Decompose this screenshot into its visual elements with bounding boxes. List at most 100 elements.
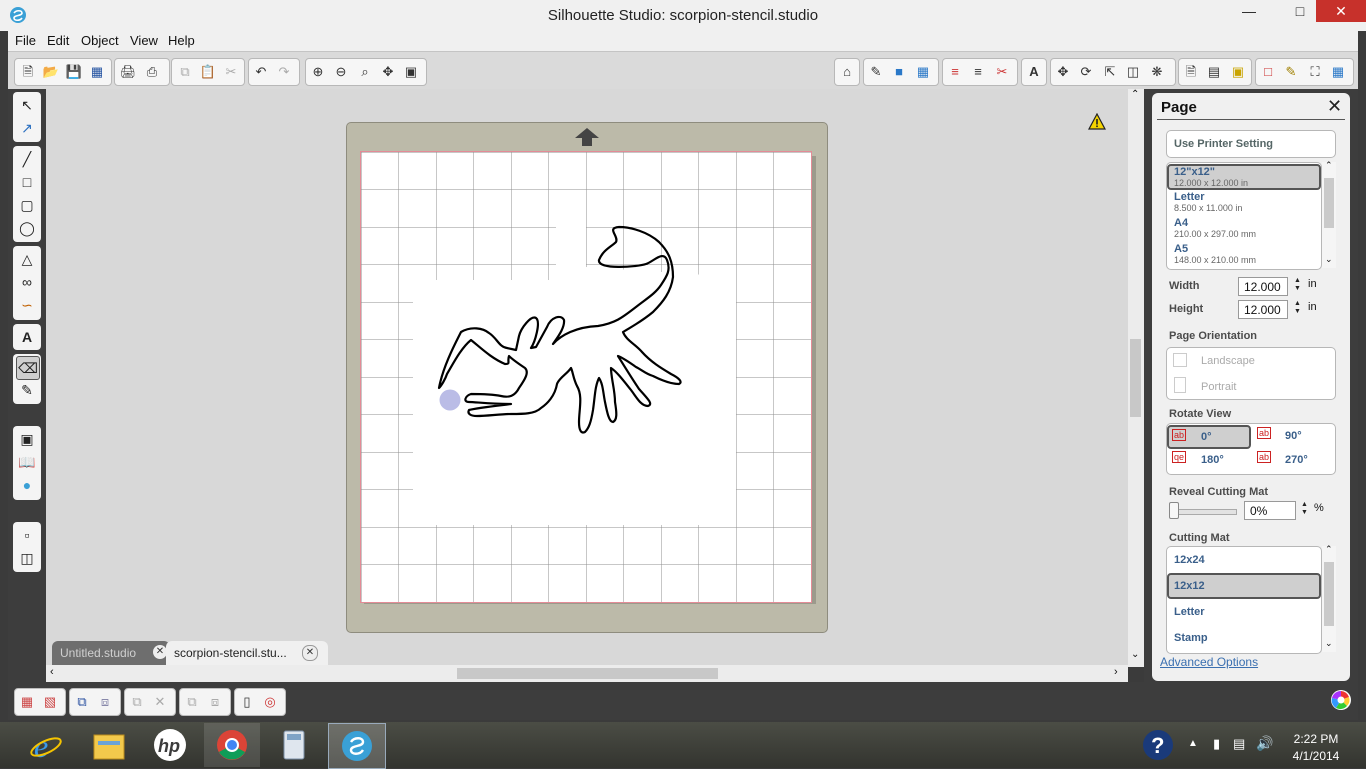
cut-icon[interactable]: ✂ xyxy=(222,63,240,81)
ie-icon[interactable]: e xyxy=(18,723,74,767)
file-explorer-icon[interactable] xyxy=(80,723,136,767)
delete-icon[interactable]: ✕ xyxy=(151,693,169,711)
grid-icon[interactable]: ▦ xyxy=(1329,63,1347,81)
silhouette-store-icon[interactable]: ● xyxy=(16,474,38,496)
width-stepper[interactable]: ▲ ▼ xyxy=(1294,277,1301,293)
ungroup-icon[interactable]: ▧ xyxy=(41,693,59,711)
horizontal-scrollbar[interactable]: ‹ › xyxy=(46,665,1128,682)
eraser-tool-icon[interactable]: ⌫ xyxy=(16,356,40,380)
zoom-select-icon[interactable]: ⌕ xyxy=(356,63,374,81)
target-icon[interactable]: ◎ xyxy=(261,693,279,711)
tab-scorpion-stencil[interactable]: scorpion-stencil.stu... ✕ xyxy=(166,641,328,665)
width-field[interactable]: 12.000 xyxy=(1238,277,1288,296)
cutting-mat-option[interactable]: 12x24 xyxy=(1167,548,1317,572)
knife-icon[interactable]: ⛶ xyxy=(1306,63,1324,81)
page-settings-icon[interactable]: 🗎 xyxy=(1182,63,1200,81)
scroll-down-icon[interactable]: ⌄ xyxy=(1325,254,1333,265)
make-compound-icon[interactable]: ⧉ xyxy=(73,693,91,711)
cutting-mat-option[interactable]: Stamp xyxy=(1167,626,1317,650)
minimize-button[interactable]: — xyxy=(1232,0,1266,22)
page-size-option[interactable]: Letter 8.500 x 11.000 in xyxy=(1167,191,1317,215)
close-window-button[interactable]: ✕ xyxy=(1316,0,1366,22)
close-panel-icon[interactable]: ✕ xyxy=(1327,96,1342,117)
vertical-scroll-thumb[interactable] xyxy=(1130,339,1141,417)
page-size-option[interactable]: A4 210.00 x 297.00 mm xyxy=(1167,217,1317,241)
menu-object[interactable]: Object xyxy=(81,33,119,48)
group-icon[interactable]: ▦ xyxy=(18,693,36,711)
calculator-icon[interactable] xyxy=(266,723,322,767)
cut-style-icon[interactable]: ✂ xyxy=(993,63,1011,81)
single-view-icon[interactable]: ▫ xyxy=(16,524,38,546)
rotate-180-option[interactable]: qe 180° xyxy=(1167,450,1247,470)
page-size-scrollbar[interactable]: ⌃ ⌄ xyxy=(1322,160,1336,268)
knife-tool-icon[interactable]: ✎ xyxy=(16,379,38,401)
save-icon[interactable]: 💾 xyxy=(65,63,83,81)
align-icon[interactable]: ◫ xyxy=(1124,63,1142,81)
fill-pattern-icon[interactable]: ▦ xyxy=(914,63,932,81)
print-icon[interactable]: 🖨 xyxy=(119,63,137,81)
page-size-list[interactable]: 12"x12" 12.000 x 12.000 in Letter 8.500 … xyxy=(1166,162,1322,270)
volume-icon[interactable]: 🔊 xyxy=(1256,735,1273,752)
cutting-mat-option[interactable]: Letter xyxy=(1167,600,1317,624)
help-icon[interactable]: ? xyxy=(1142,729,1174,761)
close-tab-icon[interactable]: ✕ xyxy=(302,645,318,661)
paste-icon[interactable]: 📋 xyxy=(199,63,217,81)
rotate-90-option[interactable]: ab 90° xyxy=(1255,426,1333,446)
registration-icon[interactable]: □ xyxy=(1259,63,1277,81)
duplicate-icon[interactable]: ⧉ xyxy=(128,693,146,711)
height-field[interactable]: 12.000 xyxy=(1238,300,1288,319)
scroll-up-icon[interactable]: ⌃ xyxy=(1131,89,1139,100)
cutting-mat-list[interactable]: 12x24 12x12 Letter Stamp xyxy=(1166,546,1322,654)
reveal-mat-slider[interactable] xyxy=(1169,509,1237,515)
page-size-option[interactable]: 12"x12" 12.000 x 12.000 in xyxy=(1167,164,1321,190)
split-view-icon[interactable]: ◫ xyxy=(16,547,38,569)
save-to-sd-icon[interactable]: ▦ xyxy=(88,63,106,81)
network-icon[interactable]: ▤ xyxy=(1233,736,1245,752)
reveal-mat-slider-thumb[interactable] xyxy=(1169,502,1179,519)
rotate-270-option[interactable]: ab 270° xyxy=(1255,450,1333,470)
offset-icon[interactable]: ▯ xyxy=(238,693,256,711)
design-canvas[interactable] xyxy=(46,89,1128,667)
redo-icon[interactable]: ↷ xyxy=(275,63,293,81)
cutting-mat-scroll-thumb[interactable] xyxy=(1324,562,1334,626)
rectangle-tool-icon[interactable]: □ xyxy=(16,171,38,193)
scroll-down-icon[interactable]: ⌄ xyxy=(1325,638,1333,649)
rounded-rectangle-tool-icon[interactable]: ▢ xyxy=(16,194,38,216)
ellipse-tool-icon[interactable]: ◯ xyxy=(16,217,38,239)
maximize-button[interactable]: □ xyxy=(1283,0,1317,22)
open-icon[interactable]: 📂 xyxy=(42,63,60,81)
polygon-tool-icon[interactable]: △ xyxy=(16,248,38,270)
library-icon[interactable]: 📖 xyxy=(16,451,38,473)
use-printer-setting-button[interactable]: Use Printer Setting xyxy=(1166,130,1336,158)
clock-date[interactable]: 4/1/2014 xyxy=(1288,749,1344,763)
store-icon[interactable]: ⌂ xyxy=(838,63,856,81)
send-back-icon[interactable]: ⧈ xyxy=(206,693,224,711)
fill-icon[interactable]: ✎ xyxy=(867,63,885,81)
cutting-mat-option[interactable]: 12x12 xyxy=(1167,573,1321,599)
warning-icon[interactable] xyxy=(1088,113,1106,131)
advanced-options-link[interactable]: Advanced Options xyxy=(1160,655,1258,669)
menu-file[interactable]: File xyxy=(15,33,36,48)
text-style-icon[interactable]: A xyxy=(1025,63,1043,81)
reveal-mat-stepper[interactable]: ▲ ▼ xyxy=(1301,501,1308,517)
horizontal-scroll-thumb[interactable] xyxy=(457,668,718,679)
fill-gradient-icon[interactable]: ■ xyxy=(890,63,908,81)
page-area[interactable] xyxy=(360,151,812,603)
text-tool-icon[interactable]: A xyxy=(16,326,38,348)
menu-help[interactable]: Help xyxy=(168,33,195,48)
reveal-mat-field[interactable]: 0% xyxy=(1244,501,1296,520)
zoom-in-icon[interactable]: ⊕ xyxy=(309,63,327,81)
scale-icon[interactable]: ⇱ xyxy=(1101,63,1119,81)
zoom-pan-icon[interactable]: ✥ xyxy=(379,63,397,81)
height-stepper[interactable]: ▲ ▼ xyxy=(1294,300,1301,316)
line-tool-icon[interactable]: ╱ xyxy=(16,148,38,170)
cut-settings-icon[interactable]: ▤ xyxy=(1205,63,1223,81)
point-edit-icon[interactable]: ↗ xyxy=(16,117,38,139)
transform-icon[interactable]: ✥ xyxy=(1054,63,1072,81)
select-arrow-icon[interactable]: ↖ xyxy=(16,94,38,116)
menu-edit[interactable]: Edit xyxy=(47,33,69,48)
scroll-up-icon[interactable]: ⌃ xyxy=(1325,160,1333,171)
page-size-option[interactable]: A5 148.00 x 210.00 mm xyxy=(1167,243,1317,267)
scroll-down-icon[interactable]: ⌄ xyxy=(1131,649,1139,660)
curve-tool-icon[interactable]: ∞ xyxy=(16,271,38,293)
